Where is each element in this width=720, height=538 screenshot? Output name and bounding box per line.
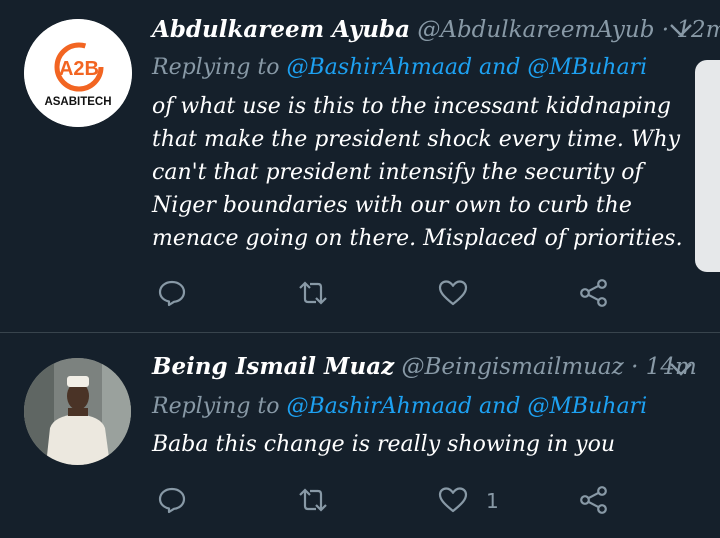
like-button[interactable] [438,485,468,515]
tweet-text: Baba this change is really showing in yo… [152,432,615,457]
replying-to: Replying to @BashirAhmaad and @MBuhari [152,394,647,419]
mention-and: and [479,394,521,419]
replying-prefix: Replying to [152,55,280,80]
like-button[interactable] [438,278,468,308]
mention-and: and [479,55,521,80]
share-icon [580,279,607,307]
retweet-icon [299,281,327,305]
tweet-header: Being Ismail Muaz @Beingismailmuaz · 14m [152,353,697,380]
logo-text: ASABITECH [44,96,111,108]
chevron-down-icon[interactable] [670,361,692,376]
mention-link[interactable]: @BashirAhmaad [287,55,473,80]
tweet-actions: 1 [0,480,720,520]
share-button[interactable] [579,278,609,308]
asabitech-logo: A2B ASABITECH [24,19,132,127]
mention-link[interactable]: @MBuhari [527,55,647,80]
tweet-header: Abdulkareem Ayuba @AbdulkareemAyub · 12m [152,16,720,43]
retweet-button[interactable] [298,485,328,515]
chevron-down-icon[interactable] [670,22,692,37]
logo-letters: A2B [59,58,99,80]
reply-button[interactable] [157,485,187,515]
retweet-button[interactable] [298,278,328,308]
tweet[interactable]: A2B ASABITECH Abdulkareem Ayuba @Abdulka… [0,0,720,332]
display-name[interactable]: Abdulkareem Ayuba [152,16,410,43]
retweet-icon [299,488,327,512]
share-button[interactable] [579,485,609,515]
replying-prefix: Replying to [152,394,280,419]
reply-icon [158,280,186,307]
tweet-actions [0,273,720,313]
tweet[interactable]: Being Ismail Muaz @Beingismailmuaz · 14m… [0,333,720,538]
mention-link[interactable]: @MBuhari [527,394,647,419]
avatar[interactable] [24,358,131,465]
scrollbar[interactable] [695,60,720,272]
avatar[interactable]: A2B ASABITECH [24,19,132,127]
heart-icon [438,280,468,306]
user-handle[interactable]: @AbdulkareemAyub [417,17,654,43]
tweet-text: of what use is this to the incessant kid… [152,94,683,251]
reply-icon [158,487,186,514]
profile-photo [24,358,131,465]
display-name[interactable]: Being Ismail Muaz [152,353,394,380]
mention-link[interactable]: @BashirAhmaad [287,394,473,419]
separator-dot: · [661,17,670,43]
user-handle[interactable]: @Beingismailmuaz [402,354,624,380]
share-icon [580,486,607,514]
heart-icon [438,487,468,513]
separator-dot: · [631,354,639,380]
reply-button[interactable] [157,278,187,308]
replying-to: Replying to @BashirAhmaad and @MBuhari [152,55,647,80]
like-count: 1 [486,489,499,513]
